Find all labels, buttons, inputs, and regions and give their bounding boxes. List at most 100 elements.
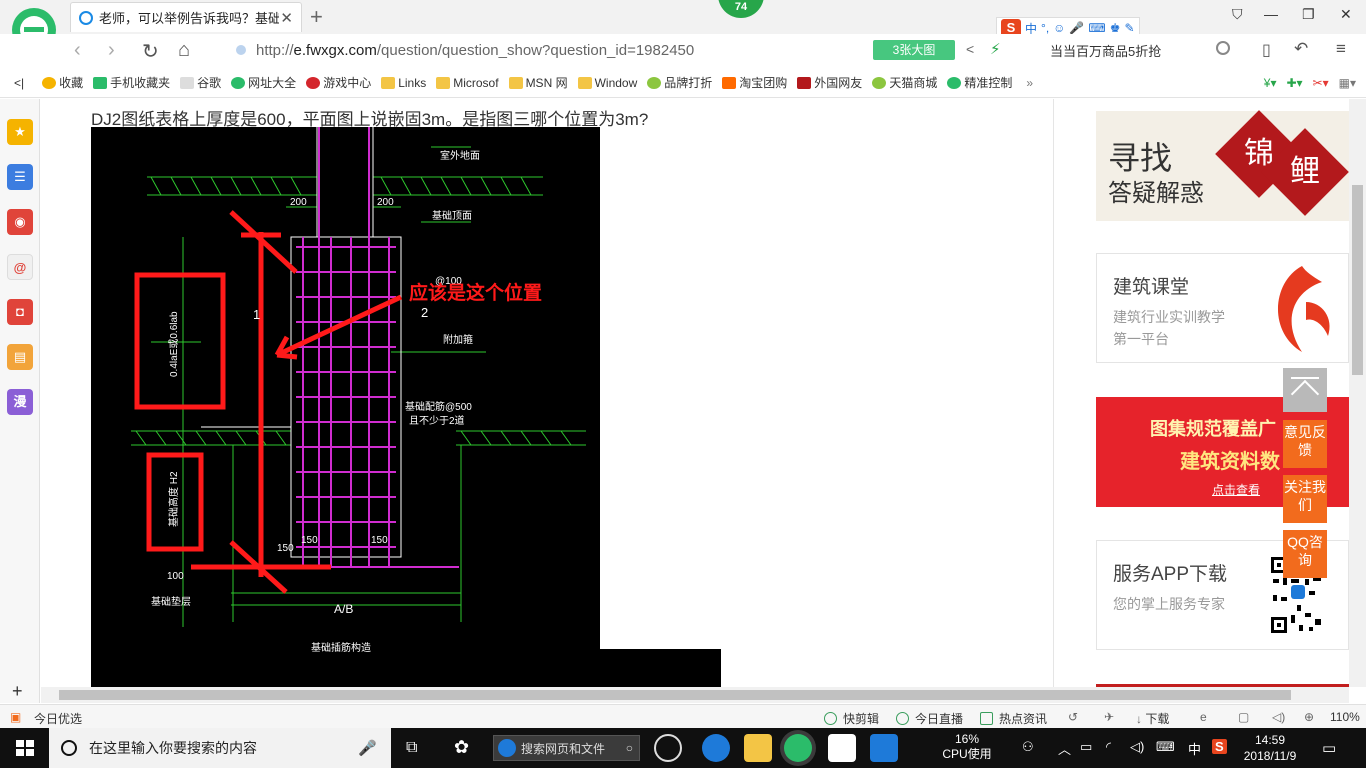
- bookmark-item[interactable]: 手机收藏夹: [93, 74, 170, 91]
- undo-icon[interactable]: ↶: [1294, 39, 1308, 59]
- notification-center-icon[interactable]: ▭: [1322, 739, 1336, 757]
- menu-icon[interactable]: ≡: [1336, 39, 1346, 59]
- task-view-icon[interactable]: ⧉: [406, 739, 417, 757]
- bookmark-item[interactable]: 网址大全: [231, 74, 296, 91]
- wifi-icon[interactable]: ◜: [1106, 739, 1111, 755]
- app-swirl-icon[interactable]: [654, 734, 682, 762]
- edge-browser-icon[interactable]: [870, 734, 898, 762]
- skin-icon[interactable]: ♚: [1110, 21, 1121, 35]
- window-icon[interactable]: ▢: [1238, 710, 1249, 724]
- bookmark-item[interactable]: 收藏: [42, 74, 83, 91]
- wallet-icon[interactable]: ¥▾: [1264, 76, 1277, 90]
- horizontal-scroll-thumb[interactable]: [59, 690, 1291, 700]
- zoom-level[interactable]: 110%: [1330, 710, 1360, 724]
- mobile-icon[interactable]: ▯: [1262, 40, 1271, 60]
- address-bar[interactable]: http://e.fwxgx.com/question/question_sho…: [236, 38, 866, 62]
- back-to-top-button[interactable]: [1283, 368, 1327, 412]
- tray-ime[interactable]: 中: [1188, 739, 1201, 758]
- refresh-icon[interactable]: ↻: [142, 39, 159, 64]
- skin-shirt-icon[interactable]: ⛉: [1232, 6, 1243, 23]
- taskbar-address-box[interactable]: 搜索网页和文件 ○: [493, 735, 640, 761]
- mic-icon[interactable]: 🎤: [1069, 21, 1084, 35]
- bookmark-item[interactable]: Links: [381, 76, 426, 90]
- bookmark-item[interactable]: 游戏中心: [306, 74, 371, 91]
- zoom-icon[interactable]: ⊕: [1304, 710, 1314, 724]
- url-text[interactable]: http://e.fwxgx.com/question/question_sho…: [256, 42, 694, 59]
- horizontal-scrollbar[interactable]: [41, 687, 1349, 703]
- volume-icon[interactable]: ◁): [1272, 710, 1285, 724]
- promo-search-text[interactable]: 当当百万商品5折抢: [1050, 41, 1161, 60]
- sogou-tray-icon[interactable]: S: [1212, 739, 1227, 754]
- notification-badge[interactable]: 74: [718, 0, 764, 18]
- scissors-icon[interactable]: ✂▾: [1313, 76, 1329, 90]
- taskbar-address-search-icon[interactable]: ○: [626, 741, 633, 755]
- history-icon[interactable]: ↺: [1068, 710, 1078, 724]
- people-icon[interactable]: ⚇: [1022, 739, 1034, 755]
- feedback-button[interactable]: 意见反馈: [1283, 420, 1327, 468]
- tools-icon[interactable]: ✎: [1124, 21, 1134, 35]
- home-icon[interactable]: ⌂: [178, 39, 190, 62]
- new-tab-button[interactable]: +: [310, 4, 323, 30]
- battery-icon[interactable]: ▭: [1080, 739, 1092, 755]
- close-window-icon[interactable]: ✕: [1340, 6, 1352, 23]
- bookmark-item[interactable]: 淘宝团购: [722, 74, 787, 91]
- share-icon[interactable]: <: [966, 41, 974, 57]
- bookmark-item[interactable]: Window: [577, 76, 637, 90]
- translate-icon[interactable]: ✚▾: [1286, 76, 1302, 90]
- weibo-icon[interactable]: ◉: [7, 209, 33, 235]
- ie-mode-icon[interactable]: e: [1200, 710, 1207, 724]
- status-today-picks[interactable]: 今日优选: [34, 710, 82, 727]
- apps-icon[interactable]: ☰: [7, 164, 33, 190]
- speaker-icon[interactable]: ◁): [1130, 739, 1144, 755]
- tools-menu-icon[interactable]: ▦▾: [1339, 76, 1356, 90]
- pin-icon[interactable]: ✈: [1104, 710, 1114, 724]
- microphone-icon[interactable]: 🎤: [358, 739, 377, 757]
- add-sidebar-icon[interactable]: +: [12, 681, 23, 702]
- bookmark-item[interactable]: 外国网友: [797, 74, 862, 91]
- more-bookmarks-icon[interactable]: »: [1026, 76, 1033, 90]
- vertical-scroll-thumb[interactable]: [1352, 185, 1363, 375]
- gift-icon[interactable]: ▣: [10, 710, 21, 724]
- emoji-icon[interactable]: ☺: [1053, 21, 1065, 35]
- manga-icon[interactable]: 漫: [7, 389, 33, 415]
- forward-icon[interactable]: ›: [108, 39, 115, 62]
- speed-icon[interactable]: ⚡: [990, 40, 1001, 58]
- qq-consult-button[interactable]: QQ咨询: [1283, 530, 1327, 578]
- sidebar-toggle-icon[interactable]: <|: [14, 76, 24, 90]
- ad-jianzhu-ketang[interactable]: 建筑课堂 建筑行业实训教学第一平台: [1096, 253, 1349, 363]
- bookmark-item[interactable]: 品牌打折: [647, 74, 712, 91]
- tab-close-icon[interactable]: ✕: [280, 9, 293, 27]
- bookmark-item[interactable]: 精准控制: [947, 74, 1012, 91]
- keyboard-icon[interactable]: ⌨: [1088, 21, 1105, 35]
- mail-icon[interactable]: @: [7, 254, 33, 280]
- bookmark-item[interactable]: Microsof: [436, 76, 499, 90]
- bookmark-item[interactable]: MSN 网: [508, 74, 568, 91]
- status-kuaijianji[interactable]: 快剪辑: [824, 710, 879, 727]
- bookmark-item[interactable]: 天猫商城: [872, 74, 937, 91]
- keyboard-tray-icon[interactable]: ⌨: [1156, 739, 1175, 755]
- favorites-icon[interactable]: ★: [7, 119, 33, 145]
- status-live[interactable]: 今日直播: [896, 710, 963, 727]
- file-explorer-icon[interactable]: [744, 734, 772, 762]
- pinwheel-icon[interactable]: ✿: [454, 737, 469, 758]
- notes-icon[interactable]: ▤: [7, 344, 33, 370]
- bookmark-item[interactable]: 谷歌: [180, 74, 221, 91]
- vertical-scrollbar[interactable]: [1349, 99, 1366, 687]
- follow-us-button[interactable]: 关注我们: [1283, 475, 1327, 523]
- restore-icon[interactable]: ❐: [1302, 6, 1315, 23]
- back-icon[interactable]: ‹: [74, 39, 81, 62]
- status-download[interactable]: ↓ 下载: [1136, 710, 1169, 727]
- taskbar-search[interactable]: 在这里输入你要搜索的内容 🎤: [49, 728, 391, 768]
- game-sidebar-icon[interactable]: ◘: [7, 299, 33, 325]
- mail-app-icon[interactable]: [828, 734, 856, 762]
- big-image-button[interactable]: 3张大图: [873, 40, 955, 60]
- search-icon[interactable]: [1216, 41, 1230, 55]
- 2345-browser-icon[interactable]: [784, 734, 812, 762]
- ad3-link[interactable]: 点击查看: [1212, 481, 1260, 498]
- cpu-meter[interactable]: 16% CPU使用: [940, 732, 994, 762]
- site-info-icon[interactable]: [236, 45, 246, 55]
- ad-koi-banner[interactable]: 寻找 答疑解惑 锦 鲤: [1096, 110, 1349, 221]
- system-clock[interactable]: 14:59 2018/11/9: [1240, 732, 1300, 764]
- windows-start-icon[interactable]: [16, 740, 34, 757]
- tray-expand-icon[interactable]: ︿: [1058, 739, 1071, 758]
